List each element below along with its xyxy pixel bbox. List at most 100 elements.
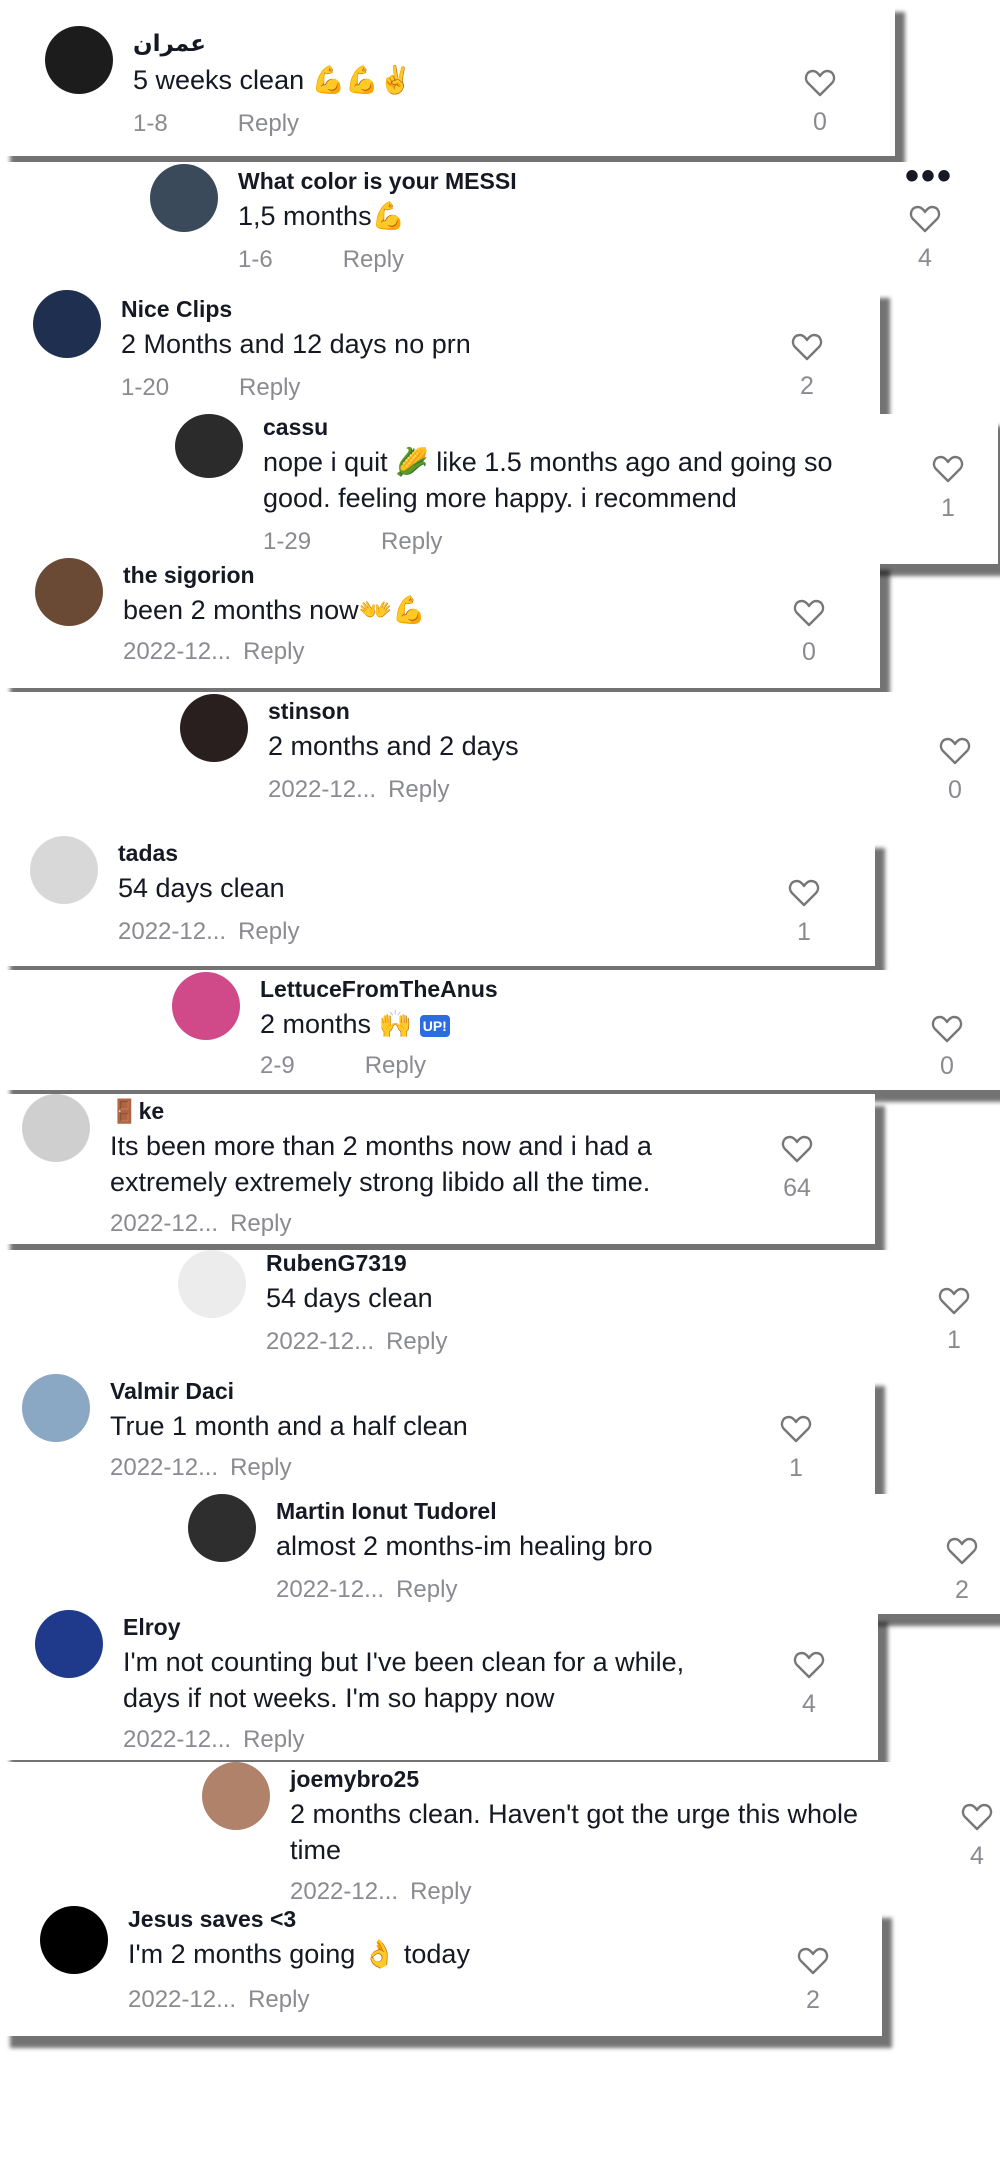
comment-date: 2022-12... — [110, 1454, 219, 1481]
comment-text: I'm 2 months going 👌 today — [128, 1939, 470, 1969]
like-count: 1 — [941, 494, 955, 522]
avatar[interactable] — [178, 1250, 246, 1318]
heart-icon[interactable] — [793, 1650, 825, 1680]
like-count: 4 — [802, 1690, 816, 1718]
comment-meta: 2022-12... Reply — [290, 1878, 471, 1906]
heart-icon[interactable] — [791, 332, 823, 362]
reply-button[interactable]: Reply — [248, 1986, 309, 2013]
reply-button[interactable]: Reply — [365, 1052, 426, 1079]
heart-icon[interactable] — [780, 1414, 812, 1444]
avatar[interactable] — [180, 694, 248, 762]
avatar[interactable] — [35, 1610, 103, 1678]
avatar[interactable] — [22, 1094, 90, 1162]
comment-meta: 2022-12... Reply — [123, 1726, 304, 1754]
avatar[interactable] — [45, 26, 113, 94]
reply-button[interactable]: Reply — [386, 1328, 447, 1355]
comment-username[interactable]: tadas — [118, 840, 178, 867]
comment-username[interactable]: Nice Clips — [121, 296, 232, 323]
reply-button[interactable]: Reply — [230, 1454, 291, 1481]
avatar[interactable] — [33, 290, 101, 358]
comment-username[interactable]: Elroy — [123, 1614, 181, 1641]
comment-username[interactable]: Valmir Daci — [110, 1378, 234, 1405]
reply-button[interactable]: Reply — [381, 528, 442, 555]
comment-meta: 1-20 Reply — [121, 374, 300, 402]
reply-button[interactable]: Reply — [230, 1210, 291, 1237]
heart-icon[interactable] — [939, 736, 971, 766]
comment-card: عمران 5 weeks clean 💪💪✌️ 1-8 Reply 0 — [0, 0, 895, 156]
avatar[interactable] — [40, 1906, 108, 1974]
reply-button[interactable]: Reply — [396, 1576, 457, 1603]
like-count: 2 — [806, 1986, 820, 2014]
comment-date: 1-20 — [121, 374, 170, 401]
comment-username[interactable]: Martin Ionut Tudorel — [276, 1498, 497, 1525]
comment-card: Martin Ionut Tudorel almost 2 months-im … — [0, 1494, 1000, 1614]
comment-username[interactable]: cassu — [263, 414, 328, 441]
heart-icon[interactable] — [804, 68, 836, 98]
comment-username[interactable]: the sigorion — [123, 562, 255, 589]
comment-text: almost 2 months-im healing bro — [276, 1531, 653, 1561]
avatar[interactable] — [22, 1374, 90, 1442]
comment-text: 54 days clean — [266, 1283, 433, 1313]
comment-card: tadas 54 days clean 2022-12... Reply 1 — [0, 836, 875, 966]
comment-meta: 2022-12... Reply — [110, 1454, 291, 1482]
heart-icon[interactable] — [781, 1134, 813, 1164]
heart-icon[interactable] — [793, 598, 825, 628]
avatar[interactable] — [172, 972, 240, 1040]
like-count: 4 — [970, 1842, 984, 1870]
avatar[interactable] — [175, 414, 243, 478]
comment-date: 2022-12... — [128, 1986, 237, 2013]
avatar[interactable] — [150, 164, 218, 232]
comment-meta: 2022-12... Reply — [110, 1210, 291, 1238]
comment-text: 2 months clean. Haven't got the urge thi… — [290, 1799, 858, 1865]
heart-icon[interactable] — [909, 204, 941, 234]
comment-username[interactable]: عمران — [133, 30, 206, 57]
comment-meta: 2022-12... Reply — [123, 638, 304, 666]
comment-date: 2022-12... — [123, 1726, 232, 1753]
heart-icon[interactable] — [938, 1286, 970, 1316]
like-count: 4 — [918, 244, 932, 272]
comment-username[interactable]: Jesus saves <3 — [128, 1906, 296, 1933]
heart-icon[interactable] — [961, 1802, 993, 1832]
avatar[interactable] — [30, 836, 98, 904]
comment-username[interactable]: RubenG7319 — [266, 1250, 407, 1277]
reply-button[interactable]: Reply — [410, 1878, 471, 1905]
heart-icon[interactable] — [797, 1946, 829, 1976]
like-count: 2 — [955, 1576, 969, 1604]
like-count: 64 — [783, 1174, 811, 1202]
comment-username[interactable]: stinson — [268, 698, 350, 725]
avatar[interactable] — [35, 558, 103, 626]
comment-username[interactable]: What color is your MESSI — [238, 168, 517, 195]
comment-card: Valmir Daci True 1 month and a half clea… — [0, 1374, 875, 1498]
reply-button[interactable]: Reply — [343, 246, 404, 273]
comment-text: 2 months and 2 days — [268, 731, 519, 761]
heart-icon[interactable] — [788, 878, 820, 908]
comment-card: Nice Clips 2 Months and 12 days no prn 1… — [0, 286, 880, 414]
comment-username[interactable]: 🚪ke — [110, 1098, 164, 1125]
comment-card: cassu nope i quit 🌽 like 1.5 months ago … — [0, 414, 998, 564]
heart-icon[interactable] — [931, 1014, 963, 1044]
comment-card: 🚪ke Its been more than 2 months now and … — [0, 1094, 875, 1244]
more-options-icon[interactable]: ••• — [905, 156, 953, 196]
heart-icon[interactable] — [932, 454, 964, 484]
heart-icon[interactable] — [946, 1536, 978, 1566]
comment-text: been 2 months now👐💪 — [123, 595, 426, 625]
comment-date: 2022-12... — [123, 638, 232, 665]
comment-card: the sigorion been 2 months now👐💪 2022-12… — [0, 558, 880, 688]
comment-meta: 1-29 Reply — [263, 528, 442, 556]
avatar[interactable] — [188, 1494, 256, 1562]
like-count: 2 — [800, 372, 814, 400]
reply-button[interactable]: Reply — [388, 776, 449, 803]
comment-card: Jesus saves <3 I'm 2 months going 👌 toda… — [0, 1906, 882, 2036]
comment-text: Its been more than 2 months now and i ha… — [110, 1131, 652, 1197]
reply-button[interactable]: Reply — [243, 1726, 304, 1753]
comment-username[interactable]: joemybro25 — [290, 1766, 419, 1793]
comment-card: stinson 2 months and 2 days 2022-12... Re… — [0, 692, 1000, 822]
reply-button[interactable]: Reply — [243, 638, 304, 665]
avatar[interactable] — [202, 1762, 270, 1830]
comment-username[interactable]: LettuceFromTheAnus — [260, 976, 498, 1003]
reply-button[interactable]: Reply — [238, 918, 299, 945]
comment-date: 2022-12... — [276, 1576, 385, 1603]
reply-button[interactable]: Reply — [238, 110, 299, 137]
reply-button[interactable]: Reply — [239, 374, 300, 401]
comment-date: 2022-12... — [118, 918, 227, 945]
